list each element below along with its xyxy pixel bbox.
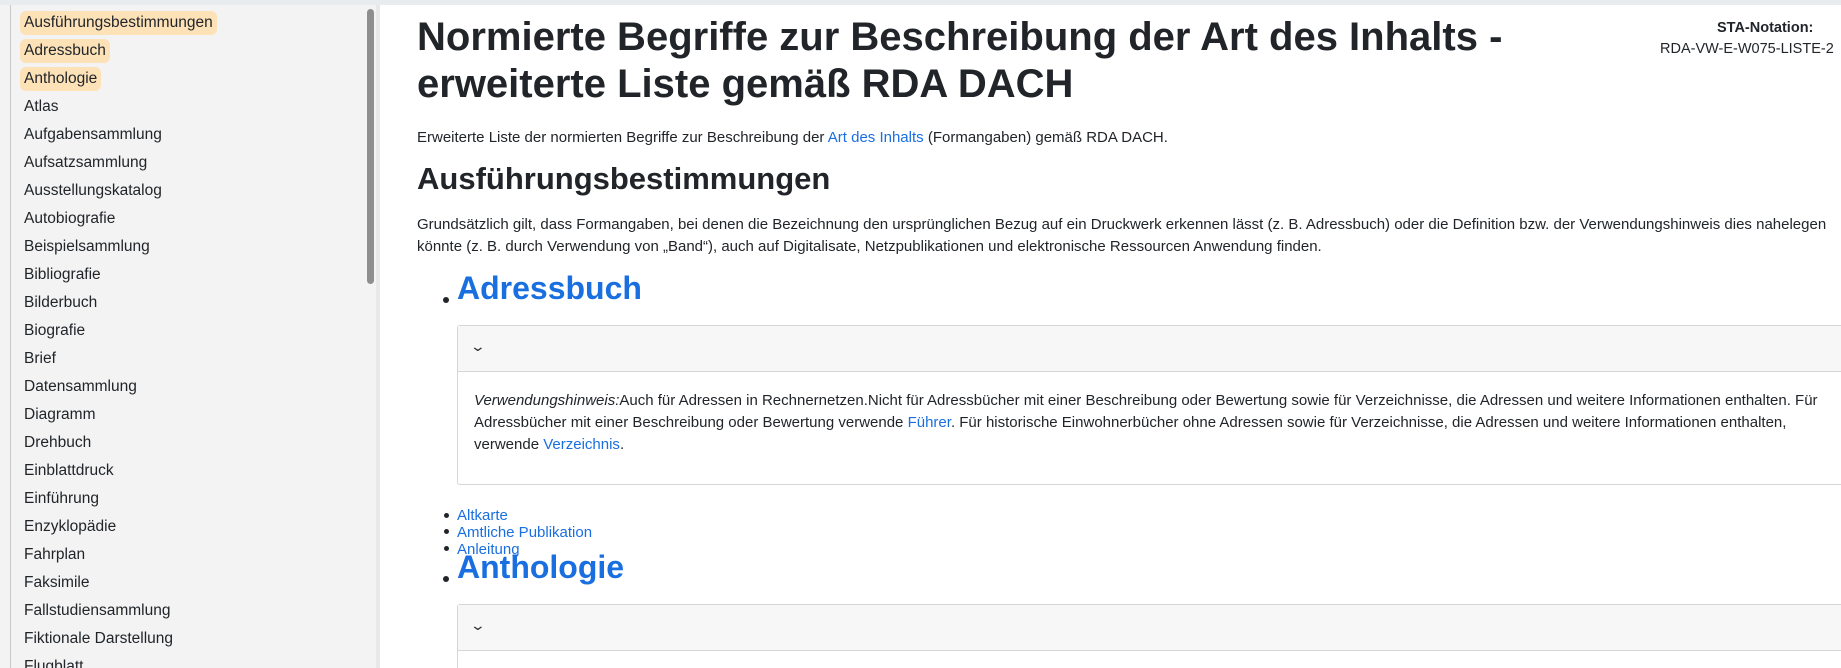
page-title: Normierte Begriffe zur Beschreibung der … [417, 15, 1503, 106]
term-heading-adressbuch[interactable]: Adressbuch [457, 270, 642, 307]
related-term-link[interactable]: Altkarte [457, 507, 508, 524]
sta-notation: STA-Notation: RDA-VW-E-W075-LISTE-2 [1660, 20, 1841, 57]
sidebar-item[interactable]: Aufsatzsammlung [24, 149, 217, 177]
sidebar-item[interactable]: Diagramm [24, 401, 217, 429]
sidebar-item[interactable]: Atlas [24, 93, 217, 121]
sidebar-item[interactable]: Ausstellungskatalog [24, 177, 217, 205]
sidebar-item[interactable]: Fahrplan [24, 541, 217, 569]
sidebar-item-label[interactable]: Faksimile [20, 571, 93, 595]
sidebar-item-label[interactable]: Adressbuch [20, 39, 110, 63]
sidebar-item-label[interactable]: Bilderbuch [20, 291, 101, 315]
chevron-down-icon[interactable]: ⌄ [470, 617, 486, 634]
related-term-link[interactable]: Amtliche Publikation [457, 524, 592, 541]
term-accordion: ⌄ [457, 604, 1841, 668]
sidebar-item-label[interactable]: Brief [20, 347, 60, 371]
list-bullet [444, 529, 449, 534]
sidebar-item[interactable]: Bibliografie [24, 261, 217, 289]
sidebar-item-label[interactable]: Anthologie [20, 67, 102, 91]
list-bullet [443, 297, 449, 303]
sidebar-list: Ausführungsbestimmungen Adressbuch Antho… [20, 9, 217, 668]
sidebar-item-label[interactable]: Biografie [20, 319, 89, 343]
sidebar-item-label[interactable]: Flugblatt [20, 655, 87, 668]
sidebar-item-label[interactable]: Enzyklopädie [20, 515, 120, 539]
sidebar-item[interactable]: Bilderbuch [24, 289, 217, 317]
sidebar-item-label[interactable]: Autobiografie [20, 207, 119, 231]
accordion-body: Verwendungshinweis:Auch für Adressen in … [458, 372, 1841, 484]
sidebar-item[interactable]: Adressbuch [20, 37, 217, 65]
intro-text-before: Erweiterte Liste der normierten Begriffe… [417, 129, 828, 146]
sidebar-item-label[interactable]: Ausführungsbestimmungen [20, 11, 217, 35]
sidebar-item[interactable]: Aufgabensammlung [24, 121, 217, 149]
sidebar-item[interactable]: Fiktionale Darstellung [24, 625, 217, 653]
sidebar-item-label[interactable]: Ausstellungskatalog [20, 179, 166, 203]
sidebar-item-label[interactable]: Atlas [20, 95, 62, 119]
sidebar-nav: Ausführungsbestimmungen Adressbuch Antho… [0, 5, 380, 668]
section-heading: Ausführungsbestimmungen [417, 161, 831, 196]
sta-notation-label: STA-Notation: [1717, 20, 1814, 36]
list-bullet [444, 513, 449, 518]
sidebar-item[interactable]: Ausführungsbestimmungen [20, 9, 217, 37]
sidebar-item-label[interactable]: Einführung [20, 487, 103, 511]
term-accordion: ⌄ Verwendungshinweis:Auch für Adressen i… [457, 325, 1841, 485]
main-content: Normierte Begriffe zur Beschreibung der … [380, 5, 1841, 668]
sidebar-item[interactable]: Datensammlung [24, 373, 217, 401]
sidebar-item[interactable]: Anthologie [20, 65, 217, 93]
sidebar-item-label[interactable]: Fahrplan [20, 543, 89, 567]
sidebar-item[interactable]: Fallstudiensammlung [24, 597, 217, 625]
usage-hint-text: . [619, 436, 625, 453]
sta-notation-value: RDA-VW-E-W075-LISTE-2 [1660, 41, 1834, 57]
accordion-header[interactable]: ⌄ [458, 326, 1841, 372]
list-bullet [443, 576, 449, 582]
sidebar-item[interactable]: Einblattdruck [24, 457, 217, 485]
sidebar-item-label[interactable]: Diagramm [20, 403, 99, 427]
sidebar-item[interactable]: Brief [24, 345, 217, 373]
sidebar-item[interactable]: Faksimile [24, 569, 217, 597]
sidebar-item-label[interactable]: Aufsatzsammlung [20, 151, 151, 175]
verzeichnis-link[interactable]: Verzeichnis [543, 436, 620, 453]
sidebar-item-label[interactable]: Fiktionale Darstellung [20, 627, 177, 651]
sidebar-item-label[interactable]: Fallstudiensammlung [20, 599, 174, 623]
section-text: Grundsätzlich gilt, dass Formangaben, be… [417, 216, 1827, 255]
sidebar-item-label[interactable]: Einblattdruck [20, 459, 118, 483]
sidebar-item-label[interactable]: Aufgabensammlung [20, 123, 166, 147]
sidebar-scrollbar-thumb[interactable] [367, 9, 374, 284]
sidebar-rail [10, 5, 11, 668]
fuehrer-link[interactable]: Führer [908, 414, 951, 431]
art-des-inhalts-link[interactable]: Art des Inhalts [828, 129, 924, 146]
chevron-down-icon[interactable]: ⌄ [470, 338, 486, 355]
sidebar-item-label[interactable]: Bibliografie [20, 263, 105, 287]
sidebar-item[interactable]: Enzyklopädie [24, 513, 217, 541]
intro-text-after: (Formangaben) gemäß RDA DACH. [923, 129, 1168, 146]
sidebar-item[interactable]: Drehbuch [24, 429, 217, 457]
sidebar-item-label[interactable]: Beispielsammlung [20, 235, 154, 259]
sidebar-item[interactable]: Autobiografie [24, 205, 217, 233]
sidebar-item-label[interactable]: Drehbuch [20, 431, 95, 455]
list-bullet [444, 546, 449, 551]
usage-hint-label: Verwendungshinweis: [474, 392, 620, 409]
sidebar-item[interactable]: Beispielsammlung [24, 233, 217, 261]
term-heading-anthologie[interactable]: Anthologie [457, 549, 624, 586]
sidebar-item[interactable]: Biografie [24, 317, 217, 345]
sidebar-item[interactable]: Flugblatt [24, 653, 217, 668]
intro-text: Erweiterte Liste der normierten Begriffe… [417, 129, 1168, 146]
sidebar-item-label[interactable]: Datensammlung [20, 375, 141, 399]
accordion-header[interactable]: ⌄ [458, 605, 1841, 651]
sidebar-scrollbar[interactable] [367, 7, 375, 667]
sidebar-item[interactable]: Einführung [24, 485, 217, 513]
